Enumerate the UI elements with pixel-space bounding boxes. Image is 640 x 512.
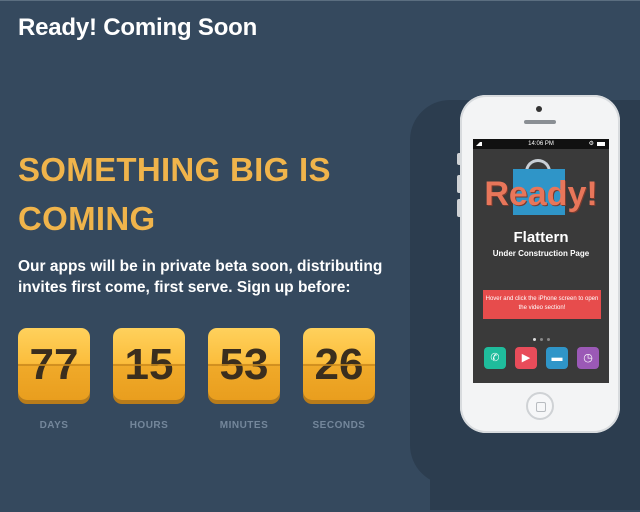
chat-icon[interactable]: ▬ (546, 347, 568, 369)
iphone-mockup[interactable]: 14:06 PM ⚙ Ready! Flattern Under Constru… (457, 95, 620, 433)
clock-icon[interactable]: ◷ (577, 347, 599, 369)
countdown-seconds-value: 26 (303, 328, 375, 400)
page-dot-2 (539, 338, 543, 341)
hero-headline: SOMETHING BIG IS COMING (18, 151, 331, 237)
countdown-days: 77 DAYS (18, 328, 90, 431)
countdown-minutes-value: 53 (208, 328, 280, 400)
page-dot-1 (532, 338, 536, 341)
app-dock: ✆ ▶ ▬ ◷ (482, 347, 602, 371)
countdown-days-label: DAYS (39, 420, 69, 431)
countdown-days-value: 77 (18, 328, 90, 400)
countdown-minutes: 53 MINUTES (208, 328, 280, 431)
countdown-hours: 15 HOURS (113, 328, 185, 431)
status-bar: 14:06 PM ⚙ (473, 139, 609, 149)
site-title: Ready! Coming Soon (18, 14, 258, 41)
countdown-hours-label: HOURS (129, 420, 169, 431)
settings-icon: ⚙ (588, 141, 594, 147)
front-camera (536, 106, 542, 112)
countdown-seconds: 26 SECONDS (303, 328, 375, 431)
volume-up-button (457, 175, 460, 193)
top-border (0, 0, 640, 1)
play-icon[interactable]: ▶ (515, 347, 537, 369)
countdown-hours-value: 15 (113, 328, 185, 400)
countdown-seconds-label: SECONDS (312, 420, 366, 431)
countdown-minutes-label: MINUTES (219, 420, 269, 431)
earpiece-speaker (524, 120, 556, 124)
open-video-button[interactable]: Hover and click the iPhone screen to ope… (483, 290, 601, 319)
countdown: 77 DAYS 15 HOURS 53 MINUTES 26 SECONDS (18, 328, 388, 438)
phone-icon[interactable]: ✆ (484, 347, 506, 369)
app-title: Flattern (513, 229, 569, 246)
mute-switch (457, 153, 460, 165)
page-dot-3 (546, 338, 550, 341)
status-time: 14:06 PM (528, 141, 554, 147)
hero-description: Our apps will be in private beta soon, d… (18, 258, 383, 296)
signal-icon (476, 142, 482, 146)
phone-screen[interactable]: 14:06 PM ⚙ Ready! Flattern Under Constru… (473, 139, 609, 383)
ready-logo: Ready! (484, 175, 598, 213)
page-indicator (473, 338, 609, 341)
home-button[interactable] (526, 392, 554, 420)
volume-down-button (457, 199, 460, 217)
app-subtitle: Under Construction Page (492, 249, 590, 258)
battery-icon (597, 142, 605, 146)
